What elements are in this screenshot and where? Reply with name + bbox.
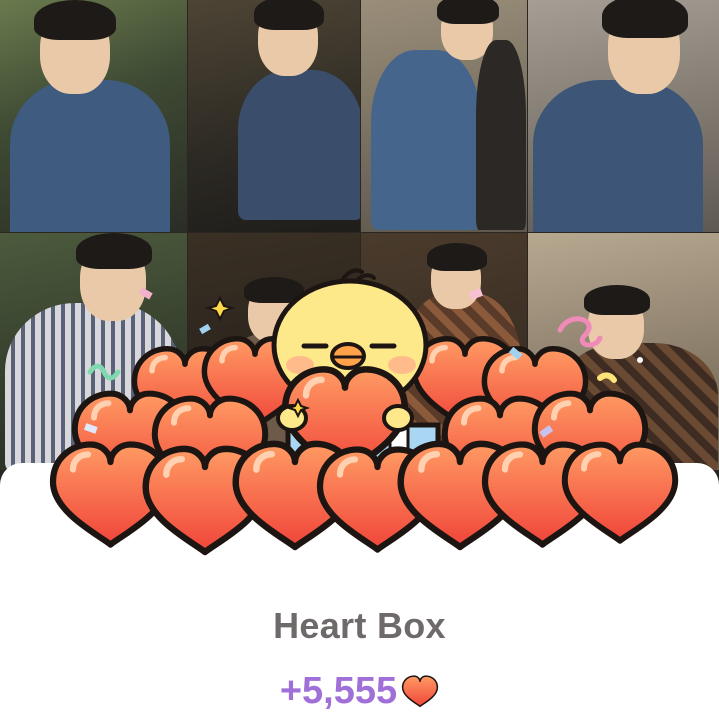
photo-4 <box>528 0 719 232</box>
photo-7 <box>361 233 527 470</box>
photo-6 <box>188 233 360 470</box>
photo-2 <box>188 0 360 232</box>
photo-5 <box>0 233 187 470</box>
reward-title: Heart Box <box>273 605 446 646</box>
heart-icon <box>402 675 439 708</box>
photo-8 <box>528 233 719 470</box>
reward-amount-row: +5,555 <box>0 668 719 714</box>
photo-grid <box>0 0 719 470</box>
photo-1 <box>0 0 187 232</box>
photo-3 <box>361 0 527 232</box>
reward-amount: +5,555 <box>279 669 398 712</box>
